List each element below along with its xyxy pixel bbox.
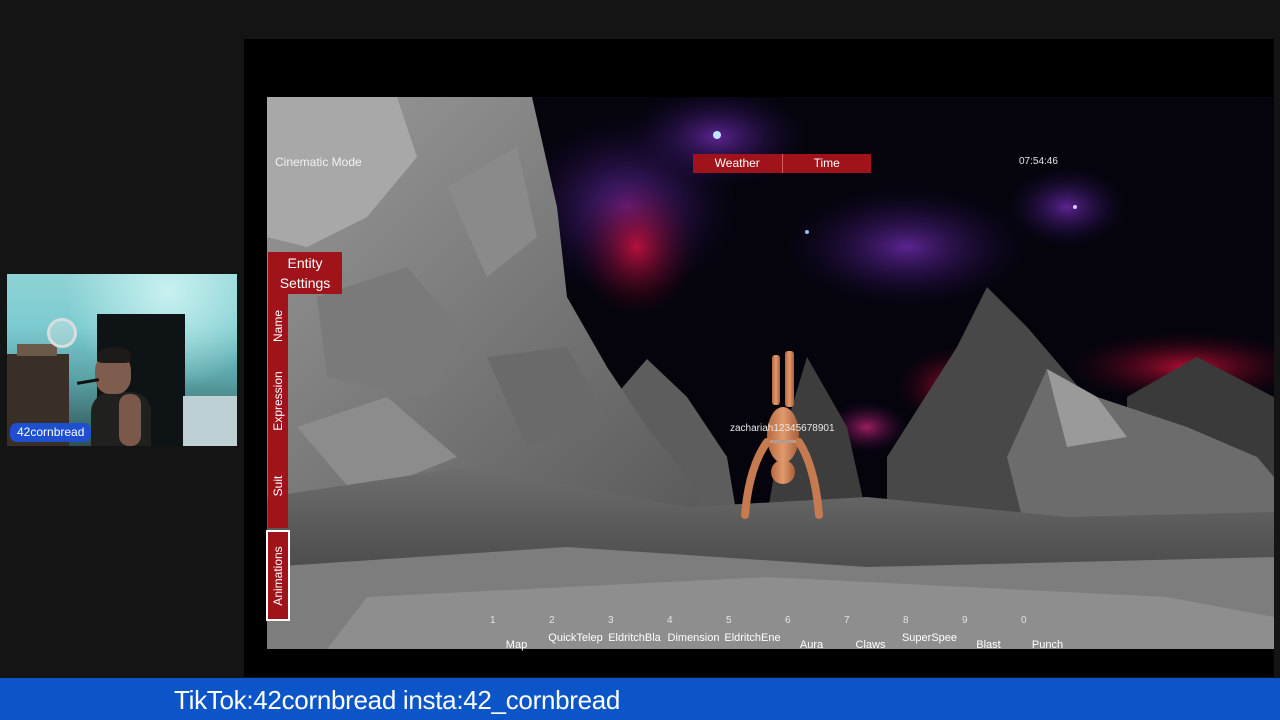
hotbar-slot[interactable]: 2 QuickTelep: [546, 613, 605, 651]
hotbar: 1 Map 2 QuickTelep 3 EldritchBla 4 Dimension…: [487, 613, 1077, 651]
hotbar-key: 4: [667, 615, 673, 626]
hotbar-label: SuperSpee: [901, 632, 958, 644]
hotbar-slot[interactable]: 9 Blast: [959, 613, 1018, 651]
hotbar-slot[interactable]: 4 Dimension: [664, 613, 723, 651]
hotbar-key: 5: [726, 615, 732, 626]
hotbar-label: QuickTelep: [548, 632, 603, 644]
hotbar-label: EldritchEne: [724, 632, 781, 644]
streamer-name-tag: 42cornbread: [10, 423, 92, 442]
hotbar-key: 1: [490, 615, 496, 626]
hotbar-key: 8: [903, 615, 909, 626]
hotbar-key: 9: [962, 615, 968, 626]
hotbar-slot[interactable]: 3 EldritchBla: [605, 613, 664, 651]
hotbar-label: Aura: [799, 639, 824, 651]
cinematic-mode-label[interactable]: Cinematic Mode: [275, 155, 362, 169]
tab-suit[interactable]: Suit: [268, 444, 288, 528]
hotbar-slot[interactable]: 1 Map: [487, 613, 546, 651]
weather-button[interactable]: Weather: [693, 154, 783, 173]
hotbar-slot[interactable]: 0 Punch: [1018, 613, 1077, 651]
tab-animations-label: Animations: [271, 545, 285, 606]
tab-animations[interactable]: Animations: [266, 530, 290, 621]
hotbar-label: Dimension: [667, 632, 720, 644]
entity-settings-button[interactable]: Entity Settings: [268, 252, 342, 294]
hotbar-label: Map: [505, 639, 528, 651]
clock: 07:54:46: [1019, 156, 1058, 167]
entity-settings-line1: Entity: [287, 255, 323, 271]
game-scene: [267, 97, 1274, 649]
game-viewport[interactable]: [244, 39, 1274, 677]
social-banner-text: TikTok:42cornbread insta:42_cornbread: [174, 685, 621, 715]
hotbar-label: Claws: [855, 639, 886, 651]
webcam-feed: [7, 274, 237, 446]
hotbar-slot[interactable]: 8 SuperSpee: [900, 613, 959, 651]
social-banner: TikTok:42cornbread insta:42_cornbread: [0, 678, 1280, 720]
hotbar-key: 0: [1021, 615, 1027, 626]
hotbar-key: 7: [844, 615, 850, 626]
fan: [47, 318, 77, 348]
hotbar-key: 2: [549, 615, 555, 626]
hotbar-key: 3: [608, 615, 614, 626]
moon-landscape: [267, 97, 1274, 649]
tab-expression-label: Expression: [271, 371, 285, 431]
hotbar-slot[interactable]: 6 Aura: [782, 613, 841, 651]
tab-name-label: Name: [271, 309, 285, 343]
tab-name[interactable]: Name: [268, 294, 288, 358]
hotbar-slot[interactable]: 7 Claws: [841, 613, 900, 651]
player-nameplate: zachariah12345678901: [730, 423, 835, 434]
player-health-bar: [770, 440, 796, 443]
tab-expression[interactable]: Expression: [268, 358, 288, 444]
hotbar-label: EldritchBla: [608, 632, 661, 644]
bed: [183, 396, 237, 446]
hotbar-slot[interactable]: 5 EldritchEne: [723, 613, 782, 651]
stream-layout: 42cornbread Cinematic Mode 07:54:46 Weat…: [0, 0, 1280, 720]
time-button[interactable]: Time: [783, 154, 872, 173]
hotbar-label: Punch: [1031, 639, 1064, 651]
top-menu-bar: Weather Time: [693, 154, 871, 173]
hotbar-key: 6: [785, 615, 791, 626]
entity-settings-line2: Settings: [279, 275, 331, 291]
tab-suit-label: Suit: [271, 475, 285, 497]
hotbar-label: Blast: [976, 639, 1001, 651]
